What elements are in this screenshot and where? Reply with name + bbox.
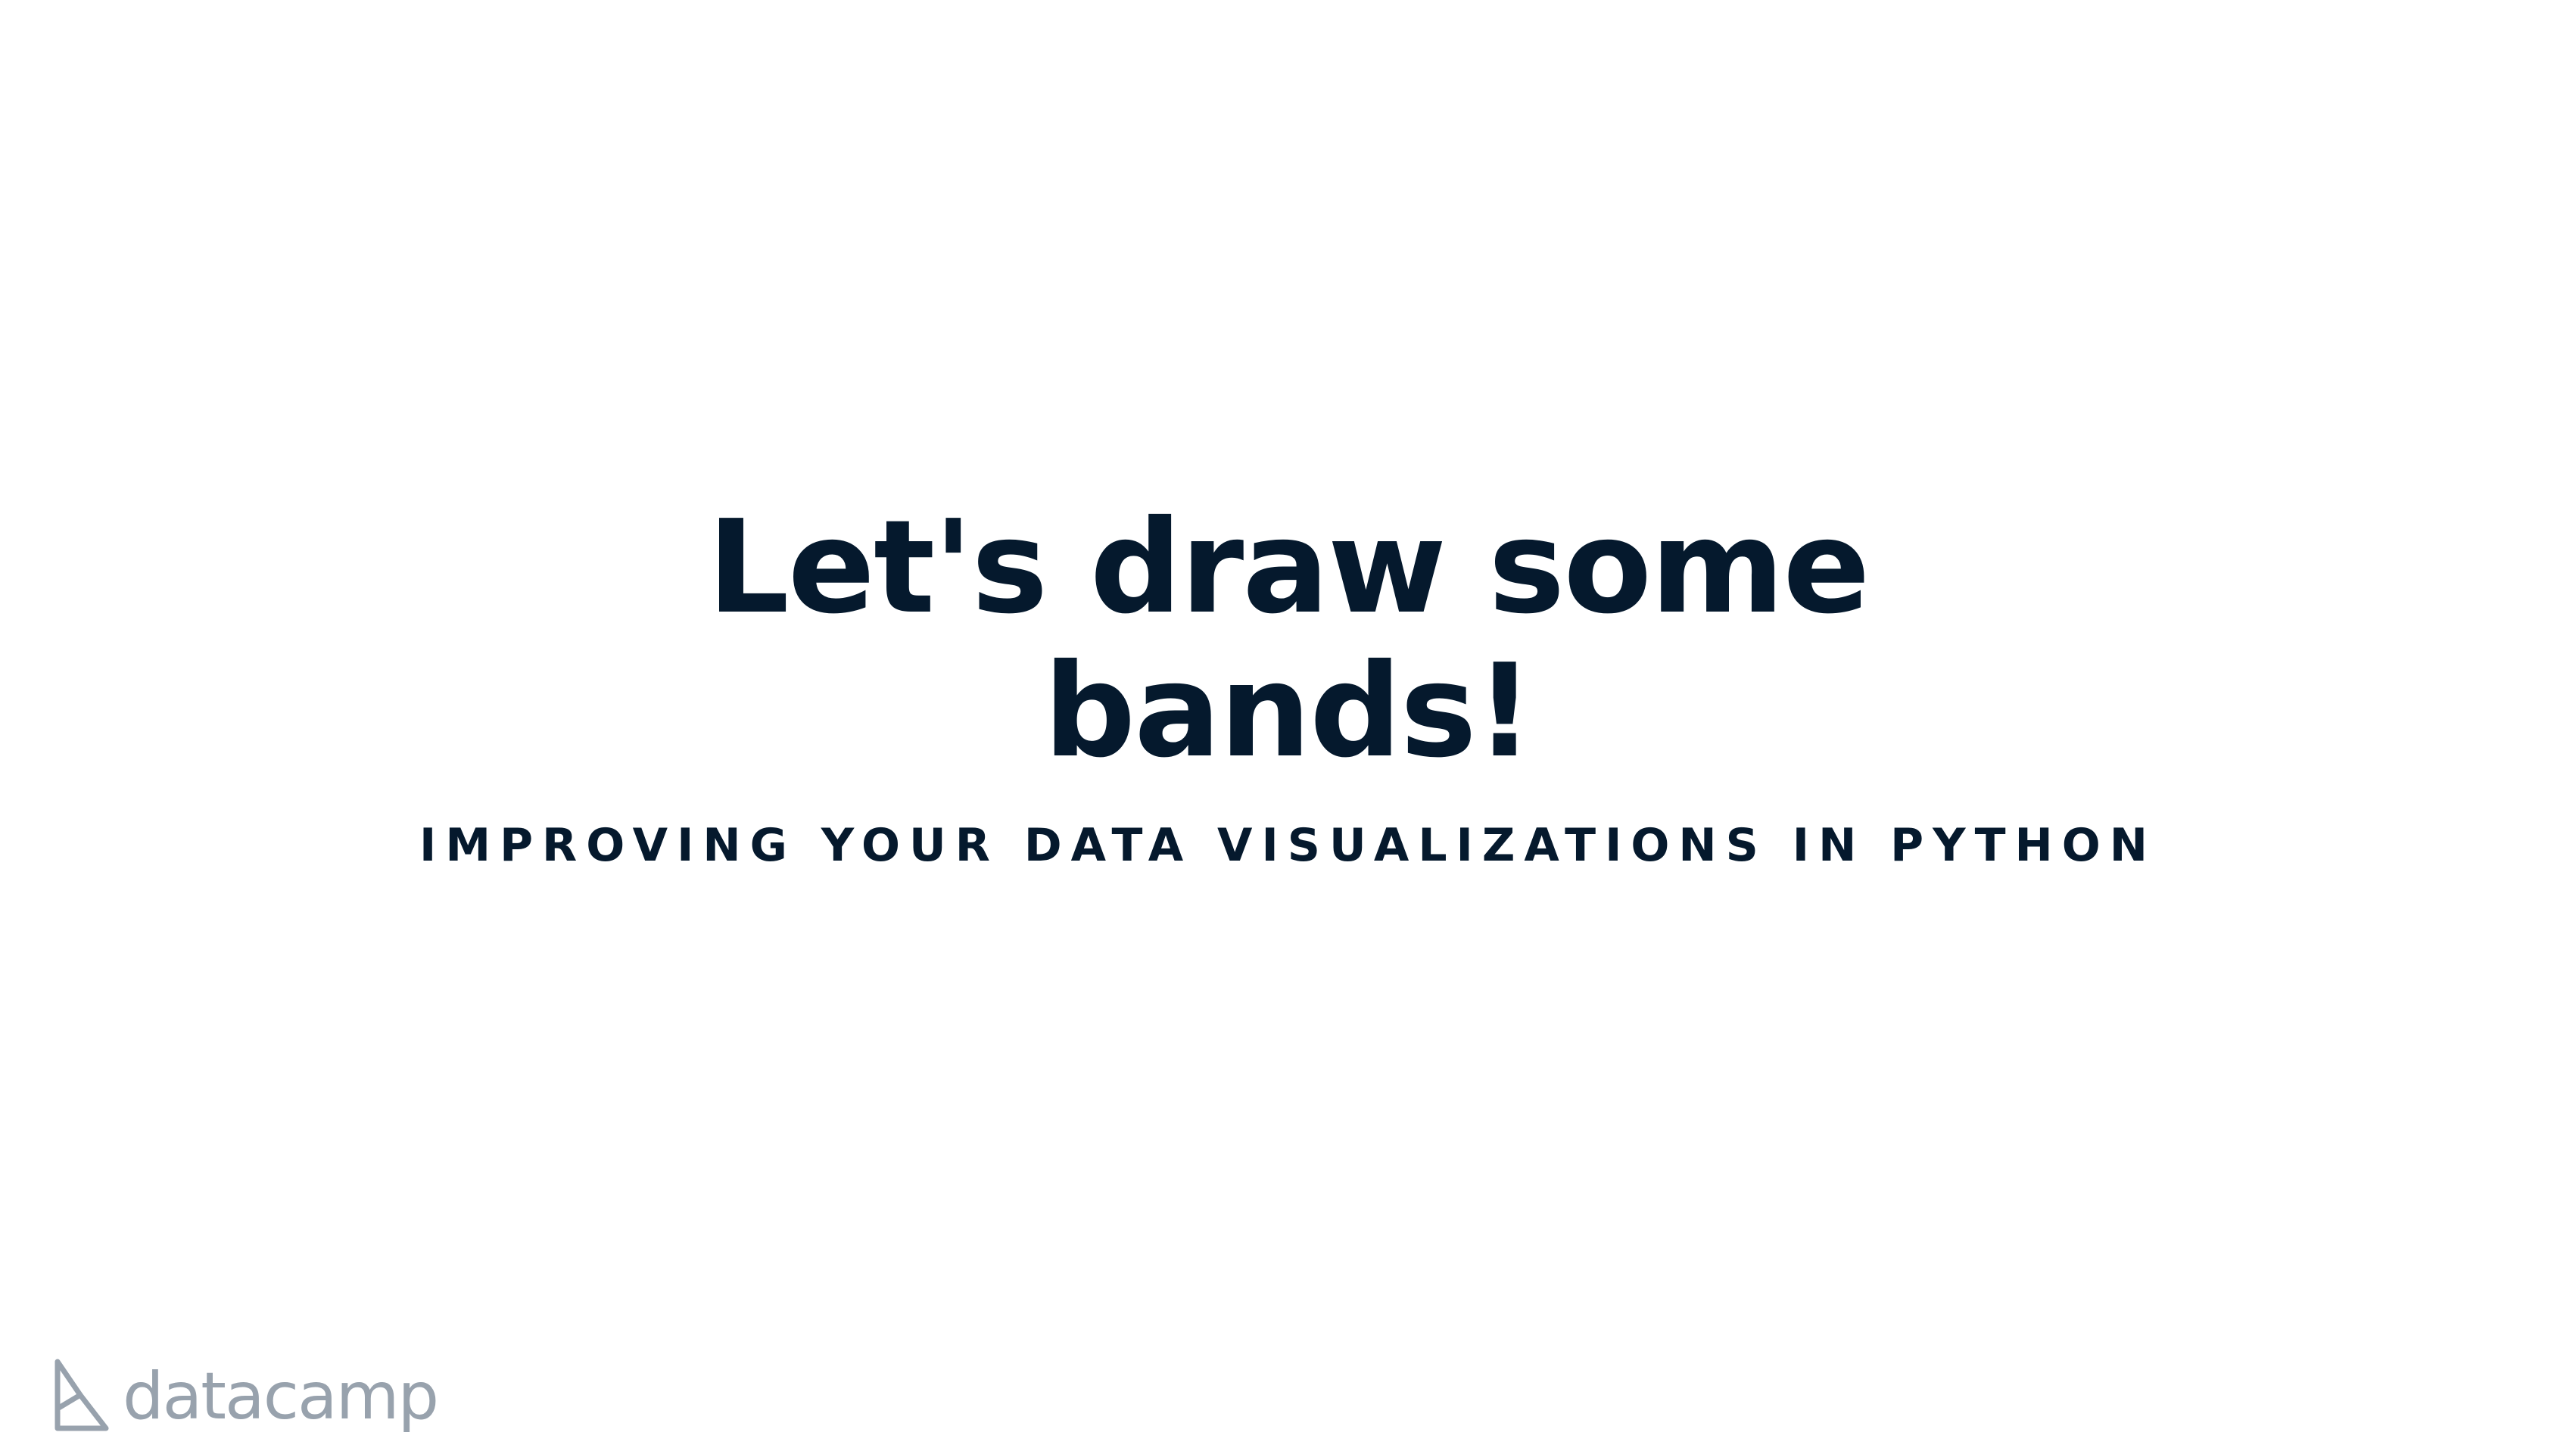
title-block: Let's draw some bands!: [0, 496, 2576, 783]
datacamp-wordmark: datacamp: [123, 1359, 439, 1434]
slide-title: Let's draw some bands!: [0, 496, 2576, 783]
datacamp-logo: datacamp: [53, 1359, 439, 1434]
slide: Let's draw some bands! IMPROVING YOUR DA…: [0, 0, 2576, 1451]
course-subtitle: IMPROVING YOUR DATA VISUALIZATIONS IN PY…: [419, 819, 2157, 872]
slide-title-line-1: Let's draw some: [707, 493, 1870, 643]
datacamp-logo-mark-icon: [55, 1359, 109, 1431]
slide-title-line-2: bands!: [1043, 637, 1534, 786]
